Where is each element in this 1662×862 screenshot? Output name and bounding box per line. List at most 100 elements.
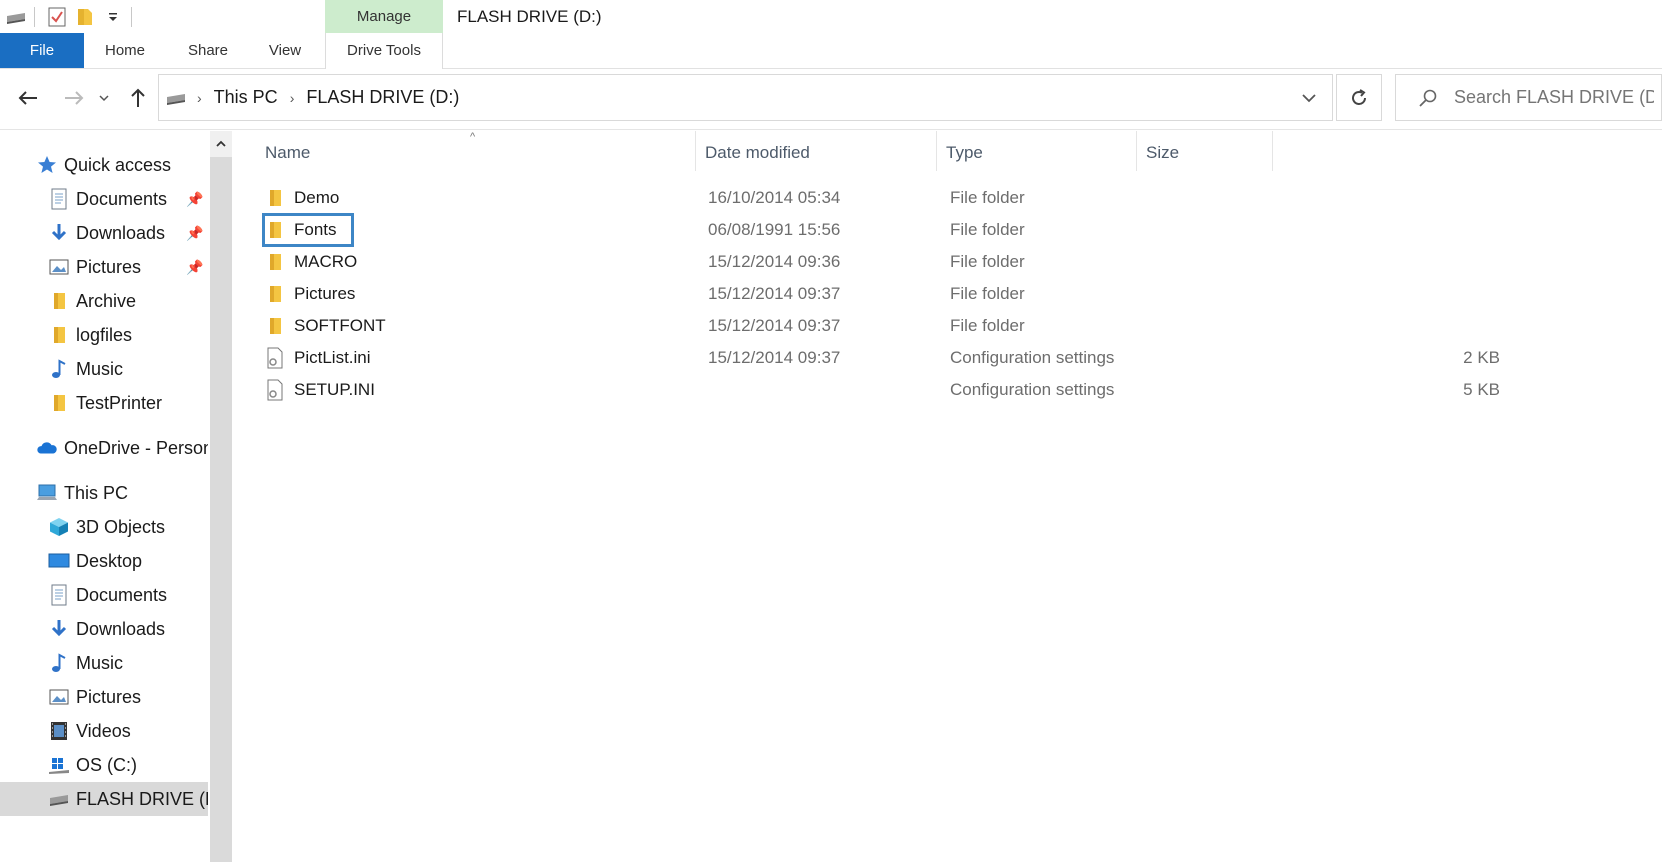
new-folder-icon[interactable] (73, 5, 97, 29)
sidebar-item-desktop[interactable]: Desktop (0, 544, 208, 578)
file-list: ^ Name Date modified Type Size Demo 16/1… (234, 131, 1662, 862)
os-drive-icon (48, 754, 70, 776)
sidebar-item-label: Pictures (76, 686, 142, 707)
arrow-up-icon (131, 88, 145, 107)
column-divider[interactable] (1272, 131, 1273, 171)
sidebar-item-documents-pc[interactable]: Documents (0, 578, 208, 612)
file-row[interactable]: Demo 16/10/2014 05:34 File folder (234, 183, 1662, 213)
star-icon (36, 154, 58, 176)
column-divider[interactable] (1136, 131, 1137, 171)
file-name-cell: PictList.ini (264, 343, 371, 373)
folder-icon (264, 219, 286, 241)
file-row[interactable]: PictList.ini 15/12/2014 09:37 Configurat… (234, 343, 1662, 373)
breadcrumb-this-pc[interactable]: This PC (214, 87, 278, 108)
toolbar-separator (34, 6, 35, 27)
file-size: 5 KB (1463, 380, 1500, 399)
customize-toolbar-icon[interactable] (101, 5, 125, 29)
title-bar: Manage FLASH DRIVE (D:) (0, 0, 1662, 33)
file-name-cell: Fonts (264, 215, 337, 245)
scroll-up-button[interactable] (210, 131, 232, 157)
sidebar-item-3d-objects[interactable]: 3D Objects (0, 510, 208, 544)
sidebar-item-documents[interactable]: Documents 📌 (0, 182, 208, 216)
music-icon (48, 358, 70, 380)
tab-share[interactable]: Share (184, 33, 232, 68)
breadcrumb-separator-icon[interactable]: › (197, 90, 202, 106)
sidebar-item-videos[interactable]: Videos (0, 714, 208, 748)
sidebar-item-pictures[interactable]: Pictures 📌 (0, 250, 208, 284)
sidebar-item-onedrive[interactable]: OneDrive - Person (0, 431, 208, 465)
sidebar-item-label: Videos (76, 720, 131, 741)
column-header-name[interactable]: Name (265, 131, 695, 175)
file-name: Demo (294, 188, 340, 207)
pictures-icon (48, 256, 70, 278)
refresh-button[interactable] (1336, 74, 1382, 121)
column-header-size[interactable]: Size (1146, 131, 1266, 175)
tab-file[interactable]: File (0, 33, 84, 68)
quick-access-toolbar (0, 0, 138, 33)
address-history-button[interactable] (1286, 75, 1332, 120)
sidebar-item-pictures-pc[interactable]: Pictures (0, 680, 208, 714)
file-type: File folder (950, 188, 1025, 207)
address-bar[interactable]: › This PC › FLASH DRIVE (D:) (158, 74, 1333, 121)
tab-drive-tools[interactable]: Drive Tools (325, 33, 443, 68)
desktop-icon (48, 550, 70, 572)
pin-icon[interactable]: 📌 (186, 259, 203, 276)
arrow-right-icon (65, 91, 84, 105)
search-input[interactable] (1454, 87, 1654, 108)
breadcrumb-flash-drive[interactable]: FLASH DRIVE (D:) (306, 87, 459, 108)
sidebar-item-downloads-pc[interactable]: Downloads (0, 612, 208, 646)
up-button[interactable] (124, 84, 152, 112)
sidebar-item-archive[interactable]: Archive (0, 284, 208, 318)
file-name: MACRO (294, 252, 358, 271)
column-header-type[interactable]: Type (946, 131, 1126, 175)
folder-icon (264, 315, 286, 337)
file-name: SOFTFONT (294, 316, 386, 335)
sidebar-item-downloads[interactable]: Downloads 📌 (0, 216, 208, 250)
sidebar-item-label: Archive (76, 290, 137, 311)
breadcrumb-separator-icon[interactable]: › (290, 90, 295, 106)
sidebar-item-os-c[interactable]: OS (C:) (0, 748, 208, 782)
sidebar-item-quick-access[interactable]: Quick access (0, 148, 208, 182)
properties-icon[interactable] (45, 5, 69, 29)
sidebar-scrollbar[interactable] (210, 131, 232, 862)
sidebar-item-logfiles[interactable]: logfiles (0, 318, 208, 352)
file-size (1086, 279, 1500, 309)
file-size (1086, 215, 1500, 245)
file-type: File folder (950, 284, 1025, 303)
tab-home[interactable]: Home (100, 33, 150, 68)
sidebar-item-flash-drive[interactable]: FLASH DRIVE (D (0, 782, 208, 816)
pin-icon[interactable]: 📌 (186, 191, 203, 208)
file-name-cell: Demo (264, 183, 339, 213)
sidebar-item-label: Documents (76, 584, 168, 605)
sidebar-item-testprinter[interactable]: TestPrinter (0, 386, 208, 420)
sidebar-item-this-pc[interactable]: This PC (0, 476, 208, 510)
column-divider[interactable] (936, 131, 937, 171)
file-row[interactable]: Fonts 06/08/1991 15:56 File folder (234, 215, 1662, 245)
file-row[interactable]: SETUP.INI Configuration settings 5 KB (234, 375, 1662, 405)
this-pc-icon (36, 482, 58, 504)
chevron-down-icon (1302, 93, 1316, 102)
column-header-date-modified[interactable]: Date modified (705, 131, 925, 175)
recent-locations-button[interactable] (94, 84, 114, 112)
search-box[interactable] (1395, 74, 1662, 121)
navigation-pane: Quick access Documents 📌 Downloads 📌 Pic… (0, 131, 208, 862)
file-row[interactable]: MACRO 15/12/2014 09:36 File folder (234, 247, 1662, 277)
sidebar-item-label: logfiles (76, 324, 133, 345)
forward-button[interactable] (60, 84, 88, 112)
file-row[interactable]: Pictures 15/12/2014 09:37 File folder (234, 279, 1662, 309)
file-row[interactable]: SOFTFONT 15/12/2014 09:37 File folder (234, 311, 1662, 341)
back-button[interactable] (14, 84, 42, 112)
sidebar-item-label: Music (76, 358, 124, 379)
documents-icon (48, 188, 70, 210)
sidebar-item-music-pc[interactable]: Music (0, 646, 208, 680)
file-size: 2 KB (1463, 348, 1500, 367)
folder-icon (48, 324, 70, 346)
column-divider[interactable] (695, 131, 696, 171)
file-name-cell: Pictures (264, 279, 355, 309)
date-modified: 15/12/2014 09:37 (708, 284, 841, 303)
pictures-icon (48, 686, 70, 708)
pin-icon[interactable]: 📌 (186, 225, 203, 242)
sidebar-item-music[interactable]: Music (0, 352, 208, 386)
tab-view[interactable]: View (265, 33, 305, 68)
manage-contextual-tab: Manage (325, 0, 443, 33)
